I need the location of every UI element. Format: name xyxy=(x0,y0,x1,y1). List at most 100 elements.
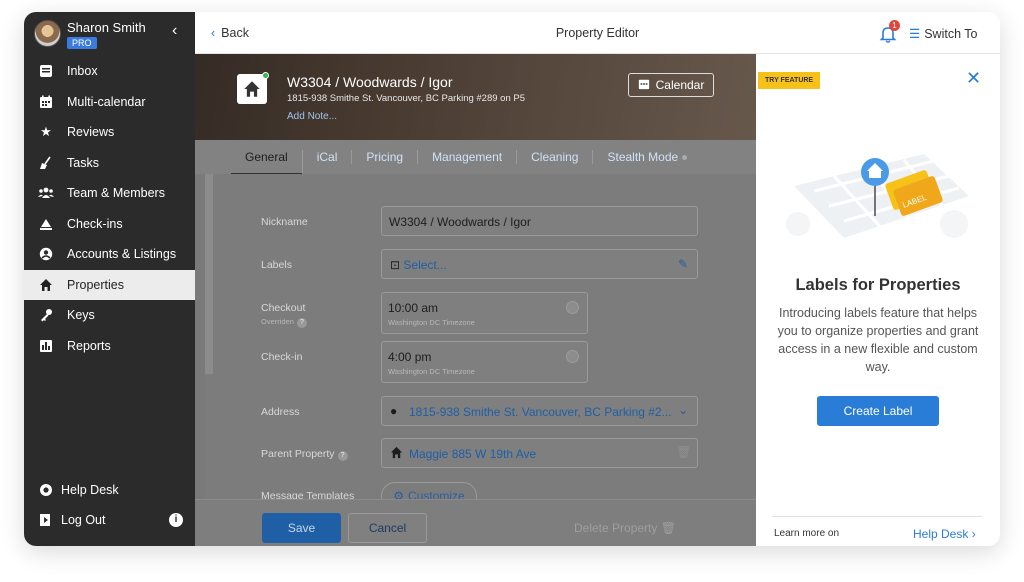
tab-label: Stealth Mode xyxy=(607,150,679,164)
app-window: Sharon Smith PRO ‹ Inbox Multi-calendar … xyxy=(24,12,1000,546)
checkin-time-field[interactable]: 4:00 pm Washington DC Timezone xyxy=(381,341,588,383)
checkout-timezone: Washington DC Timezone xyxy=(388,318,475,327)
team-icon xyxy=(38,185,54,201)
sidebar-item-help-desk[interactable]: Help Desk xyxy=(24,475,195,505)
labels-illustration: LABEL xyxy=(784,146,974,246)
checkout-time-field[interactable]: 10:00 am Washington DC Timezone xyxy=(381,292,588,334)
home-icon xyxy=(38,277,54,293)
help-desk-link[interactable]: Help Desk › xyxy=(913,527,976,541)
trash-icon[interactable]: 🗑 xyxy=(676,445,691,459)
labels-label: Labels xyxy=(261,259,292,271)
checkout-label: Checkout xyxy=(261,302,306,314)
calendar-button[interactable]: Calendar xyxy=(628,73,714,97)
nickname-label: Nickname xyxy=(261,216,308,228)
info-icon[interactable]: i xyxy=(169,513,183,527)
try-feature-tag: TRY FEATURE xyxy=(758,72,821,89)
sidebar-item-label: Team & Members xyxy=(67,186,165,201)
reports-icon xyxy=(38,338,54,354)
parent-property-field[interactable]: Maggie 885 W 19th Ave 🗑 xyxy=(381,438,698,468)
panel-description: Introducing labels feature that helps yo… xyxy=(777,306,979,374)
delete-property-button[interactable]: Delete Property 🗑 xyxy=(574,521,676,535)
sidebar-item-label: Accounts & Listings xyxy=(67,247,177,262)
checkout-time: 10:00 am xyxy=(388,301,439,315)
property-title: W3304 / Woodwards / Igor xyxy=(287,74,453,90)
pro-badge: PRO xyxy=(67,37,97,49)
chevron-left-icon[interactable]: ‹ xyxy=(172,22,177,40)
editor-tabs: General iCal Pricing Management Cleaning… xyxy=(195,140,756,175)
pencil-icon[interactable]: ✎ xyxy=(678,257,688,271)
switch-icon: ☰ xyxy=(909,27,921,41)
checkin-timezone: Washington DC Timezone xyxy=(388,367,475,376)
labels-select[interactable]: ⊡ Select... ✎ xyxy=(381,249,698,279)
nickname-field[interactable]: W3304 / Woodwards / Igor xyxy=(381,206,698,236)
property-home-icon xyxy=(237,72,269,104)
lifebuoy-icon xyxy=(38,482,54,498)
switch-to-button[interactable]: ☰ Switch To xyxy=(909,26,977,41)
editor-footer: Save Cancel Delete Property 🗑 xyxy=(195,499,756,546)
sidebar-item-tasks[interactable]: Tasks xyxy=(24,148,195,179)
sidebar-item-reviews[interactable]: ★ Reviews xyxy=(24,117,195,148)
checkout-override-note: Overriden? xyxy=(261,317,307,328)
tab-management[interactable]: Management xyxy=(418,150,518,164)
sidebar-item-keys[interactable]: Keys xyxy=(24,300,195,331)
checkin-time: 4:00 pm xyxy=(388,350,432,364)
save-button[interactable]: Save xyxy=(262,513,341,543)
notification-badge: 1 xyxy=(889,20,900,31)
calendar-icon xyxy=(638,78,650,93)
sidebar-item-properties[interactable]: Properties xyxy=(24,269,195,300)
check-in-icon xyxy=(38,216,54,232)
help-icon[interactable]: ? xyxy=(296,318,307,328)
cancel-button[interactable]: Cancel xyxy=(348,513,427,543)
tab-general[interactable]: General xyxy=(231,150,303,175)
user-profile[interactable]: Sharon Smith PRO ‹ xyxy=(24,12,195,54)
close-icon[interactable]: ✕ xyxy=(966,68,981,89)
inbox-icon xyxy=(38,63,54,79)
property-header: W3304 / Woodwards / Igor 1815-938 Smithe… xyxy=(195,54,756,140)
sidebar-item-log-out[interactable]: Log Out i xyxy=(24,505,195,535)
help-icon[interactable]: ? xyxy=(337,451,348,461)
tab-pricing[interactable]: Pricing xyxy=(352,150,419,164)
calendar-label: Calendar xyxy=(655,78,705,92)
sidebar-item-label: Tasks xyxy=(67,155,99,170)
label-tag-icon: ⊡ xyxy=(390,258,401,272)
sidebar-item-team-members[interactable]: Team & Members xyxy=(24,178,195,209)
property-editor: W3304 / Woodwards / Igor 1815-938 Smithe… xyxy=(195,54,756,546)
calendar-icon xyxy=(38,94,54,110)
address-select[interactable]: ● 1815-938 Smithe St. Vancouver, BC Park… xyxy=(381,396,698,426)
home-icon xyxy=(390,446,403,462)
create-label-button[interactable]: Create Label xyxy=(817,396,939,426)
sidebar-item-check-ins[interactable]: Check-ins xyxy=(24,209,195,240)
labels-placeholder: ⊡ Select... xyxy=(390,258,447,272)
tab-cleaning[interactable]: Cleaning xyxy=(517,150,594,164)
learn-more-text: Learn more on xyxy=(774,528,840,539)
property-address: 1815-938 Smithe St. Vancouver, BC Parkin… xyxy=(287,93,526,104)
status-dot xyxy=(682,155,688,161)
scrollbar[interactable] xyxy=(205,174,213,374)
sidebar-item-inbox[interactable]: Inbox xyxy=(24,56,195,87)
chevron-right-icon: › xyxy=(971,527,976,541)
sidebar-item-multi-calendar[interactable]: Multi-calendar xyxy=(24,87,195,118)
sidebar-item-label: Inbox xyxy=(67,64,98,79)
add-note-link[interactable]: Add Note... xyxy=(287,111,337,122)
tab-stealth-mode[interactable]: Stealth Mode xyxy=(593,150,701,164)
map-pin-icon: ● xyxy=(390,404,398,418)
sidebar-item-label: Properties xyxy=(67,277,124,292)
divider xyxy=(772,516,982,517)
account-icon xyxy=(38,246,54,262)
tab-ical[interactable]: iCal xyxy=(303,150,353,164)
sidebar-item-label: Help Desk xyxy=(61,483,119,497)
nickname-value: W3304 / Woodwards / Igor xyxy=(389,215,531,229)
sidebar-item-reports[interactable]: Reports xyxy=(24,331,195,362)
log-out-icon xyxy=(38,512,54,528)
clock-icon xyxy=(566,350,579,363)
trash-icon: 🗑 xyxy=(660,521,676,535)
sidebar-item-accounts-listings[interactable]: Accounts & Listings xyxy=(24,239,195,270)
star-icon: ★ xyxy=(40,124,52,140)
sidebar-item-label: Keys xyxy=(67,308,95,323)
address-label: Address xyxy=(261,406,300,418)
sidebar-bottom: Help Desk Log Out i xyxy=(24,475,195,535)
checkin-label: Check-in xyxy=(261,351,303,363)
sidebar-nav: Inbox Multi-calendar ★ Reviews Tasks Tea… xyxy=(24,56,195,361)
sidebar-item-label: Check-ins xyxy=(67,216,123,231)
panel-title: Labels for Properties xyxy=(795,276,961,294)
